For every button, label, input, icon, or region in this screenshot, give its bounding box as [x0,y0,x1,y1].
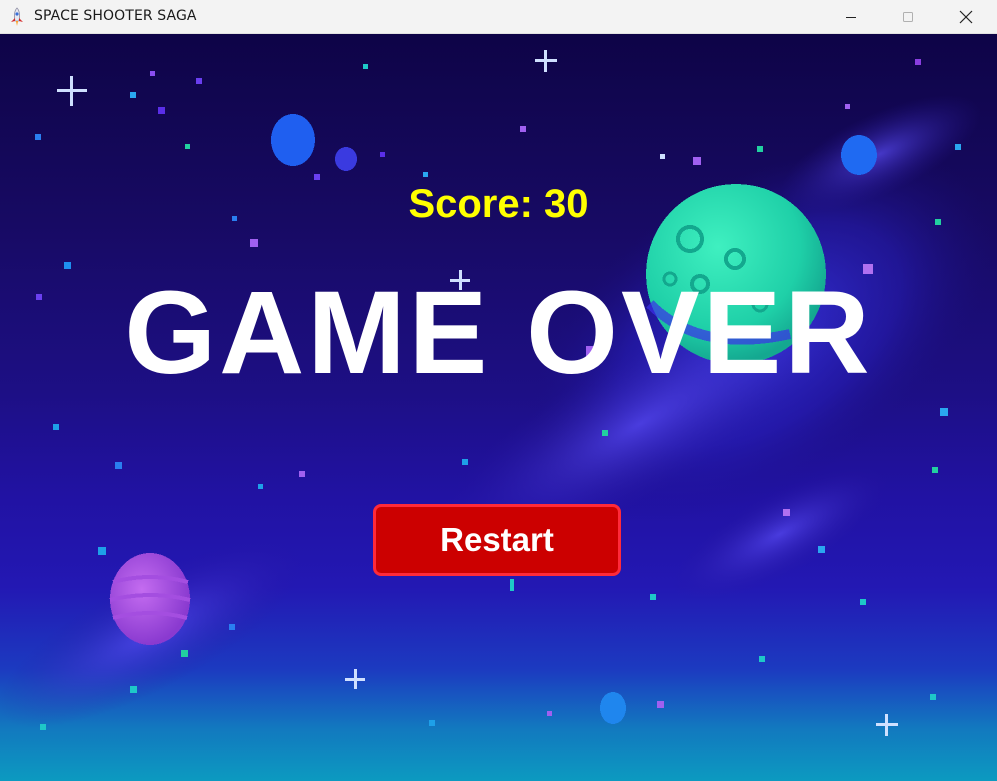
close-button[interactable] [943,0,989,34]
game-canvas: Score: 30 GAME OVER Restart [0,34,997,781]
space-background [0,50,995,736]
minimize-button[interactable] [828,0,874,34]
rocket-icon [11,7,23,26]
window-title: SPACE SHOOTER SAGA [34,8,197,24]
minimize-icon [846,17,856,18]
title-bar: SPACE SHOOTER SAGA [0,0,997,34]
maximize-button[interactable] [885,0,931,34]
nebula [0,95,995,728]
score-label: Score: 30 [408,182,589,226]
restart-button[interactable]: Restart [373,504,621,576]
purple-planet [109,553,191,645]
game-over-title: GAME OVER [124,267,873,399]
close-icon [959,10,973,24]
maximize-icon [903,12,913,22]
